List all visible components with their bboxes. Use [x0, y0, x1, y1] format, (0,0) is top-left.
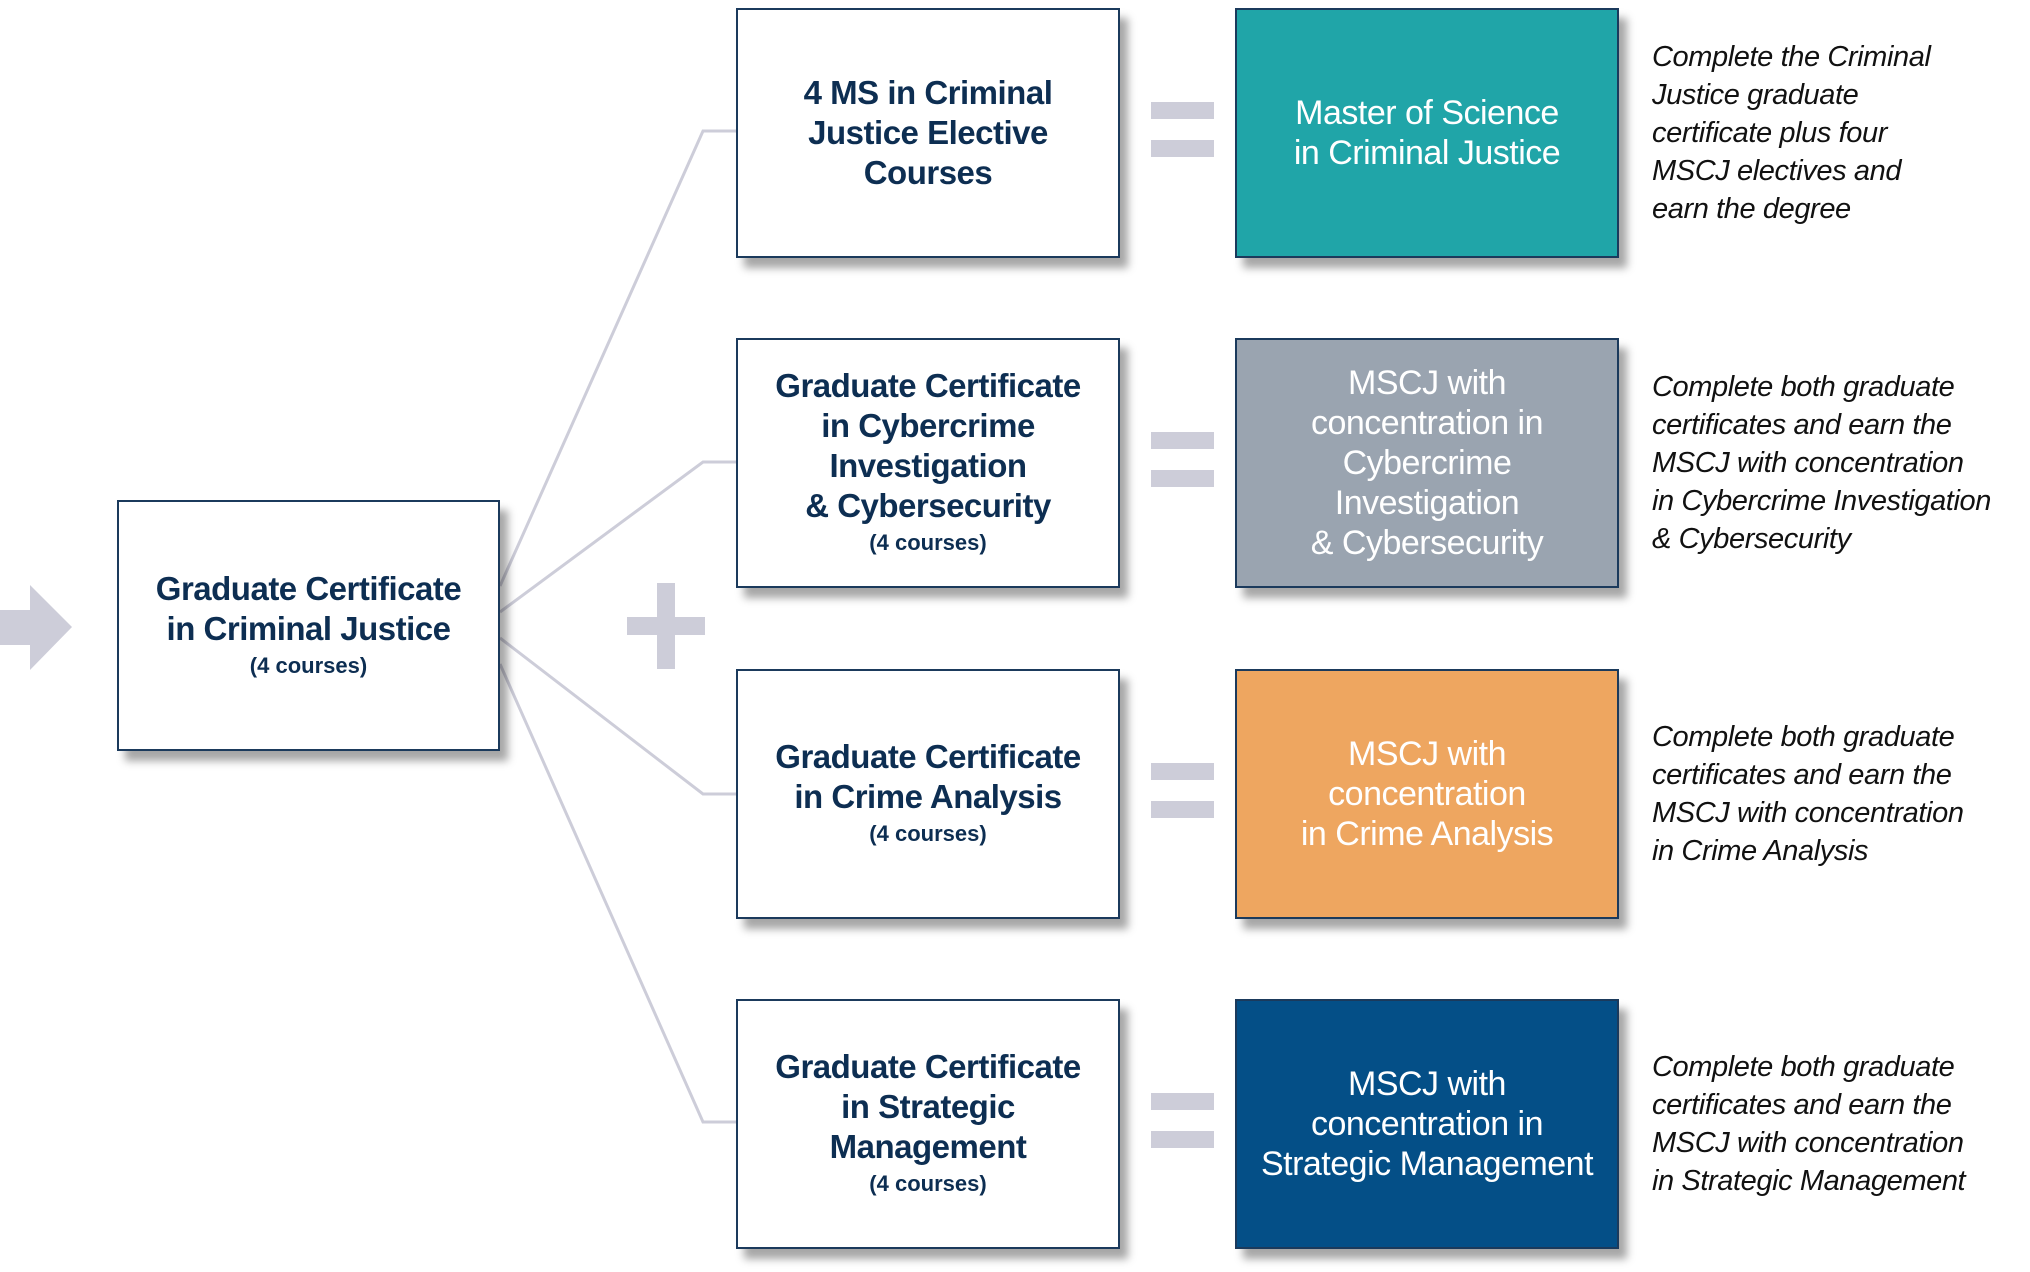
equals-icon	[1151, 763, 1214, 825]
row-description-4: Complete both graduate certificates and …	[1652, 1051, 1966, 1197]
connector-4	[498, 663, 736, 1124]
connector-2	[499, 460, 736, 614]
middle-box-3: Graduate Certificate in Crime Analysis (…	[736, 669, 1120, 919]
row-description-2: Complete both graduate certificates and …	[1652, 371, 1991, 555]
box-title: MSCJ with concentration in Crime Analysi…	[1300, 735, 1554, 853]
box-title: MSCJ with concentration in Strategic Man…	[1260, 1065, 1594, 1183]
connector-3	[499, 636, 736, 796]
equals-icon	[1151, 102, 1214, 164]
source-certificate-box: Graduate Certificate in Criminal Justice…	[117, 500, 500, 751]
result-degree-box-2: MSCJ with concentration in Cybercrime In…	[1235, 338, 1619, 588]
arrow-right-icon	[0, 585, 72, 670]
box-title: MSCJ with concentration in Cybercrime In…	[1310, 364, 1544, 562]
box-title: Master of Science in Criminal Justice	[1293, 94, 1561, 172]
middle-box-2: Graduate Certificate in Cybercrime Inves…	[736, 338, 1120, 588]
box-title: Graduate Certificate in Crime Analysis	[775, 738, 1081, 815]
box-title: Graduate Certificate in Cybercrime Inves…	[775, 367, 1081, 524]
plus-icon	[627, 583, 705, 669]
row-description-3: Complete both graduate certificates and …	[1652, 721, 1964, 867]
box-subtitle: (4 courses)	[869, 1171, 987, 1196]
middle-box-1: 4 MS in Criminal Justice Elective Course…	[736, 8, 1120, 258]
box-subtitle: (4 courses)	[869, 530, 987, 555]
result-degree-box-3: MSCJ with concentration in Crime Analysi…	[1235, 669, 1619, 919]
result-degree-box-1: Master of Science in Criminal Justice	[1235, 8, 1619, 258]
box-title: 4 MS in Criminal Justice Elective Course…	[803, 74, 1053, 191]
box-subtitle: (4 courses)	[869, 821, 987, 846]
equals-icon	[1151, 432, 1214, 494]
equals-icon	[1151, 1093, 1214, 1155]
box-subtitle: (4 courses)	[249, 652, 368, 678]
box-title: Graduate Certificate in Criminal Justice	[155, 569, 462, 647]
result-degree-box-4: MSCJ with concentration in Strategic Man…	[1235, 999, 1619, 1249]
middle-box-4: Graduate Certificate in Strategic Manage…	[736, 999, 1120, 1249]
row-description-1: Complete the Criminal Justice graduate c…	[1652, 41, 1931, 225]
box-title: Graduate Certificate in Strategic Manage…	[775, 1048, 1081, 1165]
connector-1	[498, 129, 736, 587]
